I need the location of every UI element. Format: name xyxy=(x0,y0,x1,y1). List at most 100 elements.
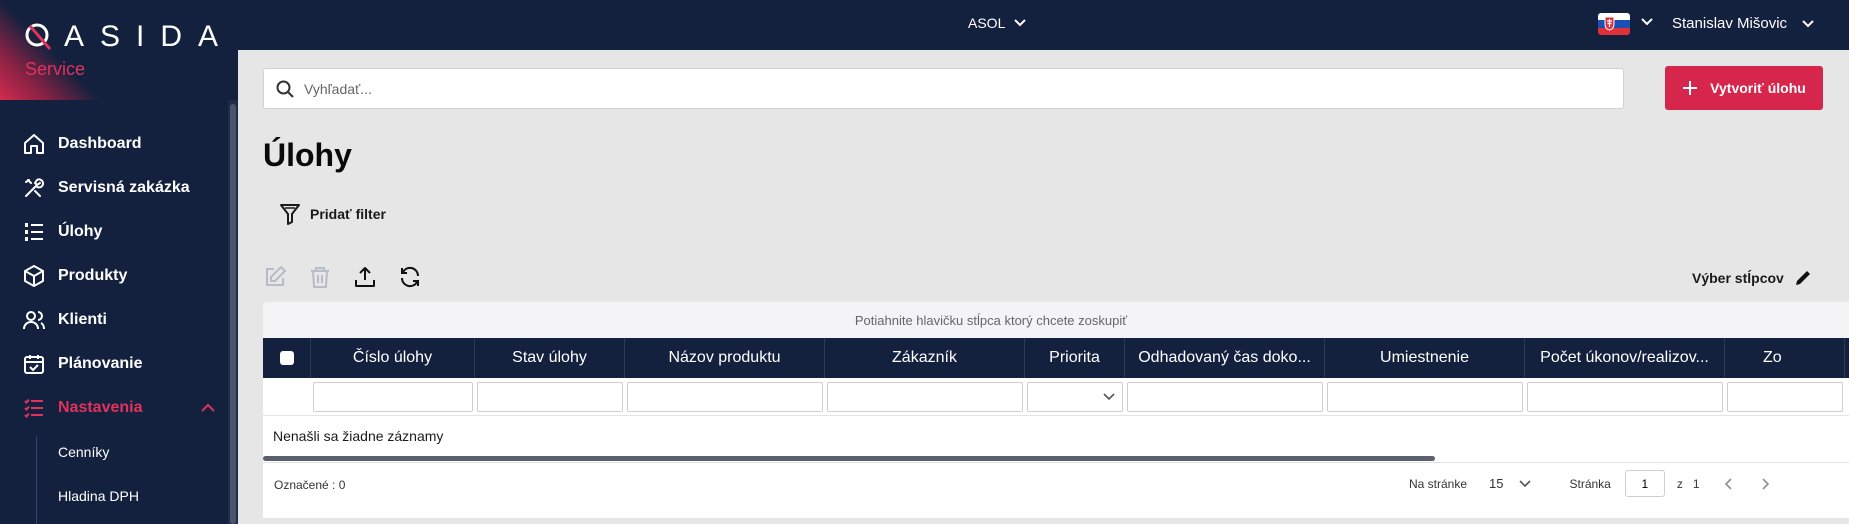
column-header-task-number[interactable]: Číslo úlohy xyxy=(311,338,475,378)
column-header-label: Zákazník xyxy=(892,349,957,366)
page-size-value: 15 xyxy=(1489,476,1504,491)
create-task-button[interactable]: Vytvoriť úlohu xyxy=(1665,66,1823,110)
column-header-label: Odhadovaný čas doko... xyxy=(1138,349,1311,366)
column-chooser-button[interactable]: Výber stĺpcov xyxy=(1692,269,1812,287)
filter-partial[interactable] xyxy=(1727,382,1843,412)
sidebar-item-label: Produkty xyxy=(58,267,128,284)
page-size-select[interactable]: 15 xyxy=(1489,476,1531,491)
edit-icon[interactable] xyxy=(263,265,287,289)
column-header-label: Priorita xyxy=(1049,349,1100,366)
sidebar-subitem-pricelists[interactable]: Cenníky xyxy=(0,430,228,474)
page-title: Úlohy xyxy=(263,137,352,173)
sidebar: ASIDA Service Dashboard Servisná zakázka… xyxy=(0,0,238,524)
pencil-icon xyxy=(1795,271,1810,285)
sidebar-item-clients[interactable]: Klienti xyxy=(0,298,228,342)
select-all-cell xyxy=(263,338,311,378)
pager: Na stránke 15 Stránka z 1 xyxy=(1409,470,1772,497)
sidebar-item-products[interactable]: Produkty xyxy=(0,254,228,298)
sidebar-item-label: Plánovanie xyxy=(58,355,143,372)
tools-icon xyxy=(25,178,45,197)
search-bar[interactable] xyxy=(263,68,1624,109)
select-all-checkbox[interactable] xyxy=(279,351,294,365)
sidebar-item-label: Dashboard xyxy=(58,135,142,152)
column-header-label: Číslo úlohy xyxy=(352,349,433,366)
sidebar-scrollbar[interactable] xyxy=(230,104,236,524)
filter-action-count[interactable] xyxy=(1527,382,1723,412)
previous-page-icon[interactable] xyxy=(1722,477,1736,491)
users-icon xyxy=(23,311,45,330)
export-icon[interactable] xyxy=(353,265,377,289)
delete-icon[interactable] xyxy=(308,265,332,289)
sidebar-item-label: Úlohy xyxy=(58,223,103,240)
language-chevron-icon[interactable] xyxy=(1640,17,1654,27)
search-icon xyxy=(276,80,294,98)
add-filter-button[interactable]: Pridať filter xyxy=(278,202,386,226)
box-icon xyxy=(24,265,44,287)
sidebar-subitem-vat-level[interactable]: Hladina DPH xyxy=(0,474,228,518)
total-pages: 1 xyxy=(1692,476,1700,491)
column-header-label: Stav úlohy xyxy=(512,349,587,366)
sidebar-item-tasks[interactable]: Úlohy xyxy=(0,210,228,254)
sidebar-item-label: Klienti xyxy=(58,311,107,328)
funnel-icon xyxy=(280,204,300,225)
column-header-product-name[interactable]: Názov produktu xyxy=(625,338,825,378)
grid-horizontal-scrollbar[interactable] xyxy=(263,456,1435,461)
flag-sk-icon[interactable] xyxy=(1598,13,1630,35)
sidebar-nav: Dashboard Servisná zakázka Úlohy Produkt… xyxy=(0,122,228,518)
column-header-priority[interactable]: Priorita xyxy=(1025,338,1125,378)
company-selector[interactable]: ASOL xyxy=(968,15,1027,31)
grid-scrollbar-track xyxy=(263,462,1849,463)
page-label: Stránka xyxy=(1569,476,1611,491)
calendar-icon xyxy=(24,355,44,374)
sidebar-item-planning[interactable]: Plánovanie xyxy=(0,342,228,386)
sidebar-item-label: Nastavenia xyxy=(58,399,143,416)
search-input[interactable] xyxy=(304,80,1504,97)
chevron-down-icon xyxy=(1518,479,1531,487)
column-header-partial[interactable]: Zo xyxy=(1725,338,1845,378)
filter-cell xyxy=(1025,378,1125,416)
grid-filter-row xyxy=(263,378,1849,416)
logo-text: ASIDA xyxy=(64,20,235,53)
filter-cell xyxy=(311,378,475,416)
filter-estimated-time[interactable] xyxy=(1127,382,1323,412)
logo[interactable]: ASIDA xyxy=(24,20,234,54)
filter-task-number[interactable] xyxy=(313,382,473,412)
filter-cell xyxy=(825,378,1025,416)
home-icon xyxy=(24,134,44,154)
filter-product-name[interactable] xyxy=(627,382,823,412)
sidebar-item-dashboard[interactable]: Dashboard xyxy=(0,122,228,166)
filter-cell xyxy=(1525,378,1725,416)
settings-list-icon xyxy=(24,398,43,418)
sidebar-subitem-label: Hladina DPH xyxy=(58,488,139,504)
column-header-task-status[interactable]: Stav úlohy xyxy=(475,338,625,378)
list-icon xyxy=(25,223,43,241)
column-header-estimated-time[interactable]: Odhadovaný čas doko... xyxy=(1125,338,1325,378)
column-header-action-count[interactable]: Počet úkonov/realizov... xyxy=(1525,338,1725,378)
sidebar-item-label: Servisná zakázka xyxy=(58,179,190,196)
column-header-customer[interactable]: Zákazník xyxy=(825,338,1025,378)
column-header-location[interactable]: Umiestnenie xyxy=(1325,338,1525,378)
user-menu[interactable]: Stanislav Mišovic xyxy=(1672,15,1815,32)
user-name: Stanislav Mišovic xyxy=(1672,15,1788,32)
tasks-grid: Potiahnite hlavičku stĺpca ktorý chcete … xyxy=(263,302,1849,518)
filter-task-status[interactable] xyxy=(477,382,623,412)
sidebar-item-settings[interactable]: Nastavenia xyxy=(0,386,228,430)
filter-customer[interactable] xyxy=(827,382,1023,412)
group-panel[interactable]: Potiahnite hlavičku stĺpca ktorý chcete … xyxy=(263,302,1849,338)
of-label: z xyxy=(1676,476,1683,491)
column-header-label: Zo xyxy=(1763,349,1782,366)
chevron-up-icon[interactable] xyxy=(200,400,216,416)
next-page-icon[interactable] xyxy=(1758,477,1772,491)
filter-cell xyxy=(1725,378,1845,416)
plus-icon xyxy=(1683,81,1698,95)
chevron-down-icon xyxy=(1014,19,1027,27)
refresh-icon[interactable] xyxy=(398,265,422,289)
company-name: ASOL xyxy=(968,15,1006,31)
page-number-input[interactable] xyxy=(1624,470,1665,497)
column-chooser-label: Výber stĺpcov xyxy=(1692,270,1784,286)
sidebar-item-service-order[interactable]: Servisná zakázka xyxy=(0,166,228,210)
filter-priority-select[interactable] xyxy=(1027,382,1123,412)
grid-header-row: Číslo úlohy Stav úlohy Názov produktu Zá… xyxy=(263,338,1849,378)
filter-location[interactable] xyxy=(1327,382,1523,412)
selected-count: Označené : 0 xyxy=(274,478,346,492)
